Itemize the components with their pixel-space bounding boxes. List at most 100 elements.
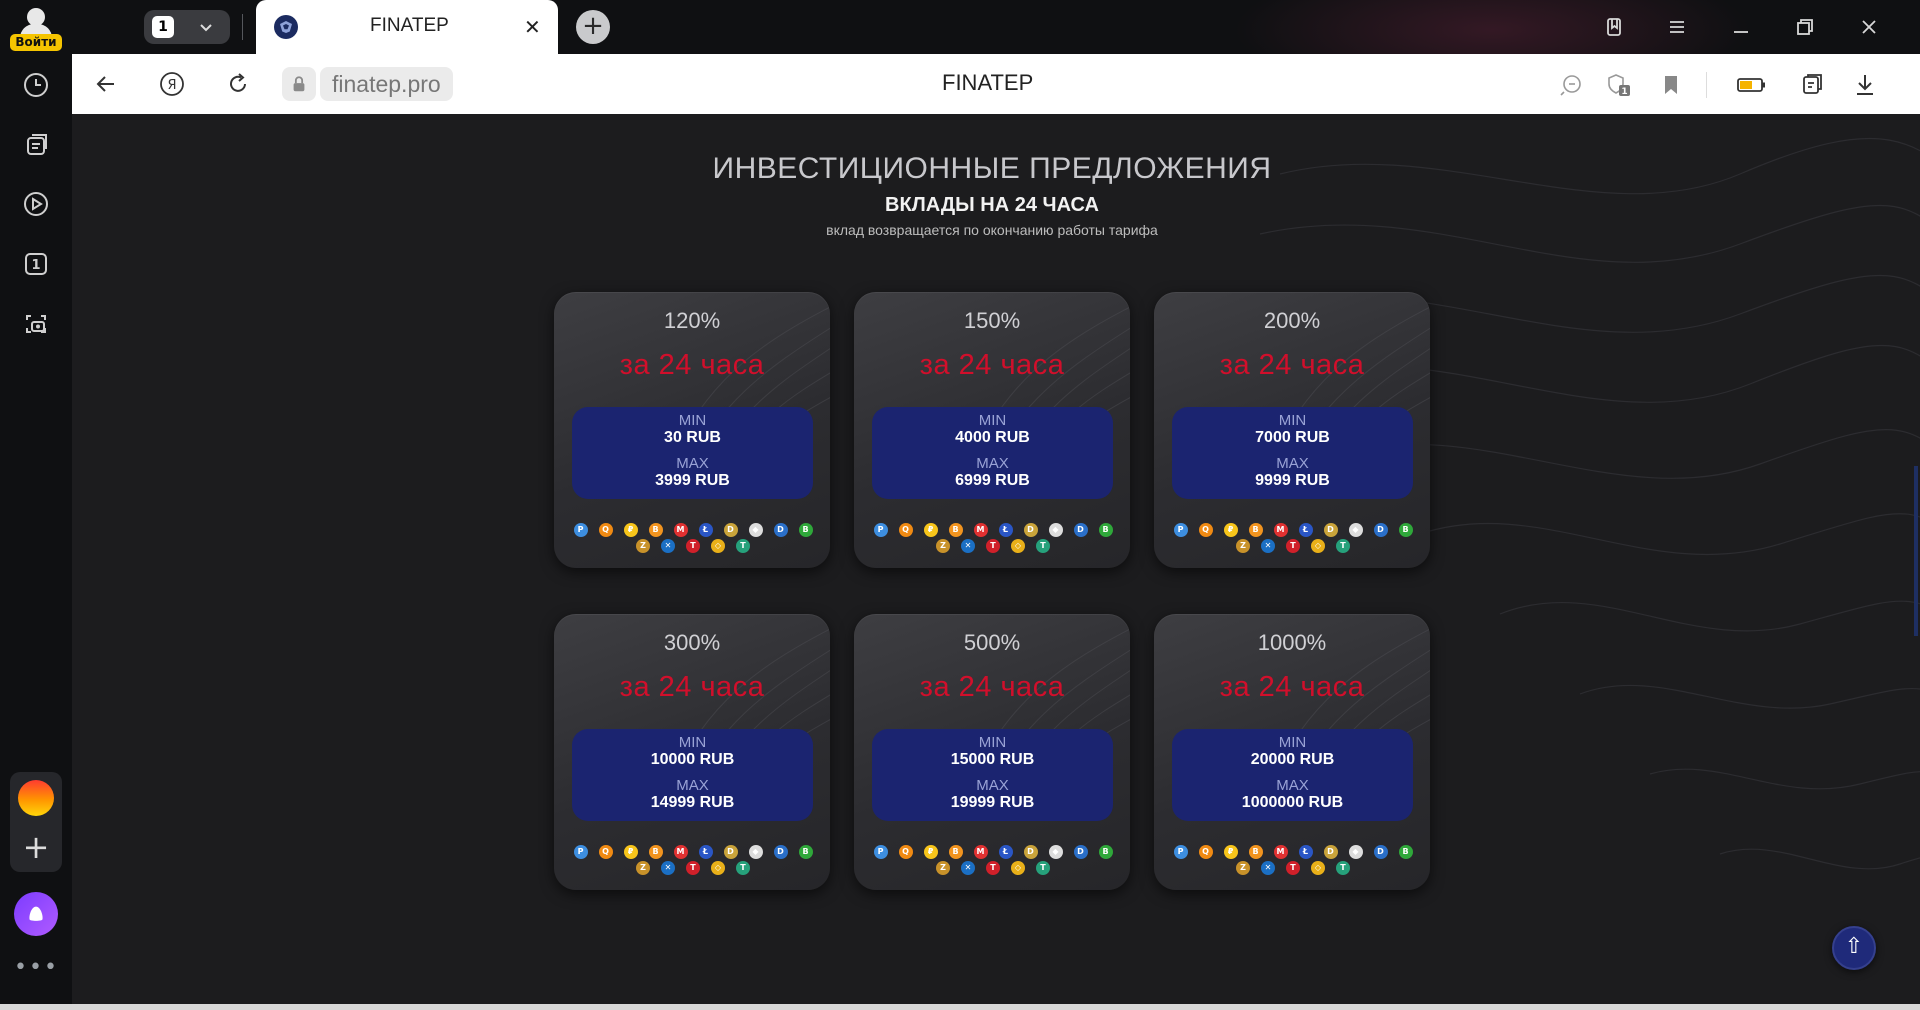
ripple-icon: ✕ [661, 539, 675, 553]
perfect-money-icon: M [973, 523, 988, 537]
close-window-icon[interactable] [1854, 12, 1884, 42]
tab-finatep[interactable]: FINATEP ✕ [256, 0, 558, 54]
tether-icon: T [1036, 539, 1050, 553]
yandex-button[interactable]: Я [156, 68, 188, 100]
tab-switcher-button[interactable]: 1 [144, 10, 230, 44]
yoomoney-icon: ₽ [1223, 845, 1238, 859]
more-icon[interactable]: ••• [14, 957, 58, 984]
zcash-icon: Z [936, 539, 950, 553]
payeer-icon: P [873, 523, 888, 537]
max-value: 14999 RUB [650, 794, 735, 811]
plan-percent: 150% [963, 308, 1021, 333]
ethereum-icon: ◆ [1348, 845, 1363, 859]
scrollbar-thumb[interactable] [1914, 466, 1918, 636]
plan-card[interactable]: 150% за 24 часа MIN 4000 RUB MAX 6999 RU… [854, 292, 1130, 568]
min-value: 4000 RUB [955, 429, 1030, 446]
payeer-icon: P [1173, 523, 1188, 537]
bitcoin-cash-icon: B [1098, 523, 1113, 537]
menu-icon[interactable] [1662, 12, 1692, 42]
section-title: ИНВЕСТИЦИОННЫЕ ПРЕДЛОЖЕНИЯ [712, 152, 1272, 185]
sidebar-apps-group: + [10, 772, 62, 872]
min-label: MIN [978, 412, 1007, 429]
bitcoin-cash-icon: B [798, 845, 813, 859]
max-value: 1000000 RUB [1241, 794, 1344, 811]
bitcoin-cash-icon: B [798, 523, 813, 537]
plan-card[interactable]: 300% за 24 часа MIN 10000 RUB MAX 14999 … [554, 614, 830, 890]
payment-icons-row: Z ✕ T ◇ T [868, 861, 1118, 875]
litecoin-icon: Ł [698, 845, 713, 859]
tabs-counter-icon[interactable]: 1 [16, 244, 56, 284]
history-icon[interactable] [16, 65, 56, 105]
payment-icons-row: Z ✕ T ◇ T [868, 539, 1118, 553]
url-text[interactable]: finatep.pro [320, 67, 453, 101]
plan-period: за 24 часа [919, 671, 1065, 703]
protect-shield-icon[interactable]: 1 [1602, 68, 1636, 102]
reload-button[interactable] [222, 68, 254, 100]
yoomoney-icon: ₽ [923, 523, 938, 537]
max-value: 3999 RUB [655, 472, 730, 489]
collections-icon[interactable] [16, 124, 56, 164]
yoomoney-icon: ₽ [1223, 523, 1238, 537]
site-favicon-icon [274, 15, 298, 39]
max-label: MAX [1276, 455, 1309, 472]
back-button[interactable] [90, 68, 122, 100]
translate-icon[interactable] [1554, 68, 1588, 102]
plan-percent: 200% [1263, 308, 1321, 333]
plan-card[interactable]: 120% за 24 часа MIN 30 RUB MAX 3999 RUB … [554, 292, 830, 568]
download-icon[interactable] [1848, 68, 1882, 102]
plan-percent: 500% [963, 630, 1021, 655]
close-tab-icon[interactable]: ✕ [524, 15, 541, 39]
bnb-icon: ◇ [711, 539, 725, 553]
plan-card[interactable]: 200% за 24 часа MIN 7000 RUB MAX 9999 RU… [1154, 292, 1430, 568]
minimize-icon[interactable] [1726, 12, 1756, 42]
min-value: 15000 RUB [950, 751, 1035, 768]
mail-app-icon[interactable] [18, 780, 54, 816]
lock-icon[interactable] [282, 67, 316, 101]
plan-period: за 24 часа [1219, 671, 1365, 703]
ripple-icon: ✕ [661, 861, 675, 875]
yoomoney-icon: ₽ [623, 523, 638, 537]
min-value: 7000 RUB [1255, 429, 1330, 446]
screenshot-icon[interactable] [16, 304, 56, 344]
bookmark-icon[interactable] [1654, 68, 1688, 102]
litecoin-icon: Ł [998, 523, 1013, 537]
toolbar-separator [1706, 72, 1707, 98]
battery-saver-icon[interactable] [1734, 68, 1768, 102]
min-label: MIN [678, 734, 707, 751]
profile-button[interactable]: Войти [8, 4, 64, 51]
tron-icon: T [1286, 539, 1300, 553]
bitcoin-cash-icon: B [1398, 523, 1413, 537]
new-tab-button[interactable]: + [576, 10, 610, 44]
chevron-down-icon [200, 24, 212, 32]
bnb-icon: ◇ [1311, 539, 1325, 553]
play-icon[interactable] [16, 184, 56, 224]
bookmarks-panel-icon[interactable] [1600, 12, 1630, 42]
restore-icon[interactable] [1790, 12, 1820, 42]
perfect-money-icon: M [673, 523, 688, 537]
max-value: 19999 RUB [950, 794, 1035, 811]
ripple-icon: ✕ [1261, 539, 1275, 553]
tron-icon: T [986, 539, 1000, 553]
plan-card[interactable]: 1000% за 24 часа MIN 20000 RUB MAX 10000… [1154, 614, 1430, 890]
add-app-icon[interactable]: + [18, 830, 54, 866]
ripple-icon: ✕ [961, 861, 975, 875]
bitcoin-icon: B [1248, 523, 1263, 537]
scroll-to-top-button[interactable]: ⇧ [1832, 926, 1876, 970]
protect-badge: 1 [1621, 87, 1627, 97]
max-label: MAX [976, 455, 1009, 472]
url-field[interactable]: finatep.pro [282, 64, 534, 104]
extensions-icon[interactable] [1796, 68, 1830, 102]
login-label[interactable]: Войти [10, 34, 62, 51]
section-subtitle: ВКЛАДЫ НА 24 ЧАСА [885, 194, 1099, 216]
max-label: MAX [676, 777, 709, 794]
arrow-left-icon [96, 76, 114, 92]
ripple-icon: ✕ [961, 539, 975, 553]
alice-assistant-icon[interactable] [14, 892, 58, 936]
zcash-icon: Z [636, 539, 650, 553]
plan-limits: MIN 15000 RUB MAX 19999 RUB [872, 729, 1113, 821]
max-label: MAX [1276, 777, 1309, 794]
plan-card[interactable]: 500% за 24 часа MIN 15000 RUB MAX 19999 … [854, 614, 1130, 890]
perfect-money-icon: M [1273, 845, 1288, 859]
browser-sidebar: Войти 1 + ••• [0, 0, 72, 1010]
plan-period: за 24 часа [619, 349, 765, 381]
